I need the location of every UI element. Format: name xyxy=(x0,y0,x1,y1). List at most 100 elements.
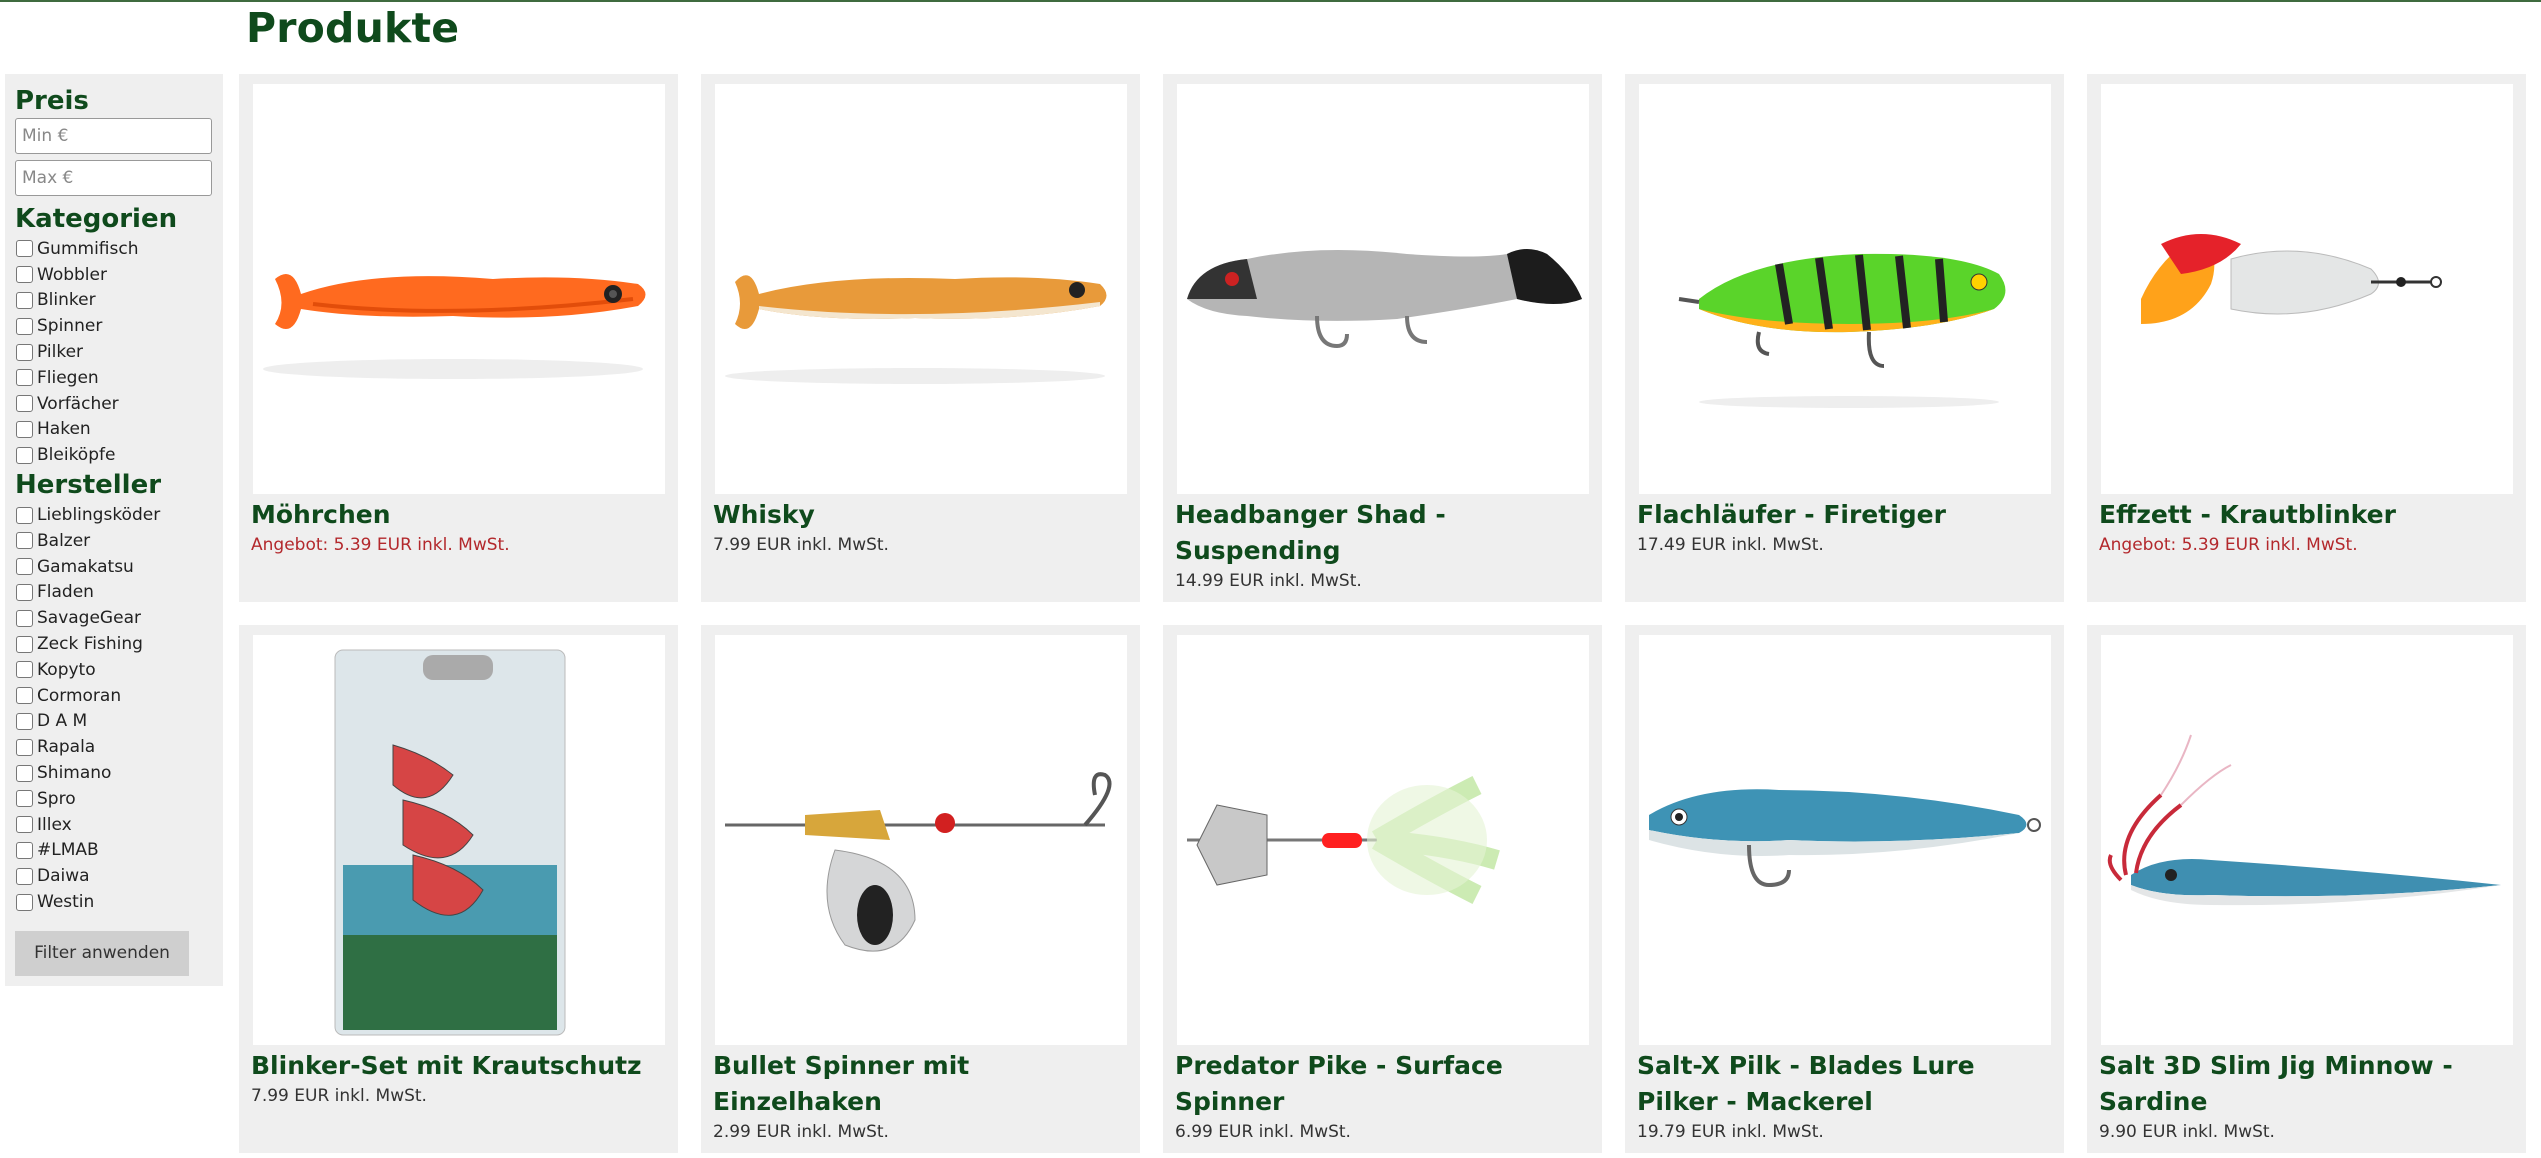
product-title[interactable]: Effzett - Krautblinker xyxy=(2099,497,2516,533)
apply-filter-button[interactable]: Filter anwenden xyxy=(15,930,189,976)
manufacturer-item: Zeck Fishing xyxy=(15,631,213,657)
manufacturer-checkbox[interactable] xyxy=(16,635,33,653)
manufacturer-label: Rapala xyxy=(37,737,96,758)
manufacturer-checkbox[interactable] xyxy=(16,738,33,756)
category-checkbox[interactable] xyxy=(16,369,33,387)
product-image[interactable] xyxy=(253,84,665,494)
category-item: Haken xyxy=(15,417,213,443)
product-image[interactable] xyxy=(1177,635,1589,1045)
manufacturer-item: #LMAB xyxy=(15,838,213,864)
manufacturer-item: Shimano xyxy=(15,760,213,786)
manufacturer-item: Lieblingsköder xyxy=(15,502,213,528)
manufacturer-checkbox[interactable] xyxy=(16,687,33,705)
product-image[interactable] xyxy=(253,635,665,1045)
product-image[interactable] xyxy=(1177,84,1589,494)
max-price-input[interactable] xyxy=(15,160,212,196)
product-card[interactable]: Salt-X Pilk - Blades Lure Pilker - Macke… xyxy=(1625,625,2064,1153)
manufacturer-item: SavageGear xyxy=(15,605,213,631)
product-title[interactable]: Salt-X Pilk - Blades Lure Pilker - Macke… xyxy=(1637,1048,2054,1120)
product-title[interactable]: Flachläufer - Firetiger xyxy=(1637,497,2054,533)
product-title[interactable]: Whisky xyxy=(713,497,1130,533)
manufacturer-checkbox[interactable] xyxy=(16,841,33,859)
product-card[interactable]: Whisky 7.99 EUR inkl. MwSt. xyxy=(701,74,1140,602)
product-card[interactable]: Headbanger Shad - Suspending 14.99 EUR i… xyxy=(1163,74,1602,602)
manufacturer-item: D A M xyxy=(15,709,213,735)
manufacturer-checkbox[interactable] xyxy=(16,893,33,911)
category-label: Gummifisch xyxy=(37,238,139,259)
product-image[interactable] xyxy=(715,635,1127,1045)
page-title: Produkte xyxy=(246,4,460,52)
product-title[interactable]: Headbanger Shad - Suspending xyxy=(1175,497,1592,569)
manufacturer-checkbox[interactable] xyxy=(16,609,33,627)
category-label: Bleiköpfe xyxy=(37,445,116,466)
product-card[interactable]: Effzett - Krautblinker Angebot: 5.39 EUR… xyxy=(2087,74,2526,602)
manufacturer-checkbox[interactable] xyxy=(16,764,33,782)
product-price: 9.90 EUR inkl. MwSt. xyxy=(2099,1122,2275,1142)
manufacturer-label: SavageGear xyxy=(37,608,141,629)
manufacturer-item: Kopyto xyxy=(15,657,213,683)
category-item: Fliegen xyxy=(15,365,213,391)
manufacturer-item: Cormoran xyxy=(15,683,213,709)
product-title[interactable]: Bullet Spinner mit Einzelhaken xyxy=(713,1048,1130,1120)
categories-heading: Kategorien xyxy=(15,204,178,234)
blinker-set-package-icon xyxy=(334,649,566,1036)
product-price: 7.99 EUR inkl. MwSt. xyxy=(251,1086,427,1106)
slim-jig-minnow-icon xyxy=(2107,734,2501,906)
bullet-spinner-icon xyxy=(725,772,1112,952)
manufacturer-item: Daiwa xyxy=(15,863,213,889)
category-checkbox[interactable] xyxy=(16,240,33,258)
product-image[interactable] xyxy=(1639,635,2051,1045)
category-item: Bleiköpfe xyxy=(15,442,213,468)
product-card[interactable]: Blinker-Set mit Krautschutz 7.99 EUR ink… xyxy=(239,625,678,1153)
manufacturer-label: Gamakatsu xyxy=(37,556,134,577)
product-price: Angebot: 5.39 EUR inkl. MwSt. xyxy=(251,535,510,555)
category-checkbox[interactable] xyxy=(16,420,33,438)
manufacturer-label: Fladen xyxy=(37,582,94,603)
category-item: Pilker xyxy=(15,339,213,365)
min-price-input[interactable] xyxy=(15,118,212,154)
category-checkbox[interactable] xyxy=(16,266,33,284)
manufacturer-checkbox[interactable] xyxy=(16,790,33,808)
product-title[interactable]: Blinker-Set mit Krautschutz xyxy=(251,1048,668,1084)
category-checkbox[interactable] xyxy=(16,343,33,361)
orange-shad-lure-icon xyxy=(263,274,646,379)
manufacturer-checkbox[interactable] xyxy=(16,558,33,576)
manufacturer-label: Daiwa xyxy=(37,866,90,887)
product-price: 17.49 EUR inkl. MwSt. xyxy=(1637,535,1824,555)
manufacturer-checkbox[interactable] xyxy=(16,506,33,524)
product-image[interactable] xyxy=(1639,84,2051,494)
category-list: Gummifisch Wobbler Blinker Spinner Pilke… xyxy=(15,236,213,468)
product-card[interactable]: Salt 3D Slim Jig Minnow - Sardine 9.90 E… xyxy=(2087,625,2526,1153)
manufacturer-checkbox[interactable] xyxy=(16,583,33,601)
manufacturer-item: Westin xyxy=(15,889,213,915)
category-checkbox[interactable] xyxy=(16,446,33,464)
manufacturer-checkbox[interactable] xyxy=(16,661,33,679)
product-card[interactable]: Bullet Spinner mit Einzelhaken 2.99 EUR … xyxy=(701,625,1140,1153)
manufacturer-checkbox[interactable] xyxy=(16,816,33,834)
product-card[interactable]: Flachläufer - Firetiger 17.49 EUR inkl. … xyxy=(1625,74,2064,602)
product-image[interactable] xyxy=(715,84,1127,494)
product-title[interactable]: Predator Pike - Surface Spinner xyxy=(1175,1048,1592,1120)
product-image[interactable] xyxy=(2101,84,2513,494)
product-card[interactable]: Predator Pike - Surface Spinner 6.99 EUR… xyxy=(1163,625,1602,1153)
manufacturer-label: #LMAB xyxy=(37,840,99,861)
product-title[interactable]: Salt 3D Slim Jig Minnow - Sardine xyxy=(2099,1048,2516,1120)
category-item: Vorfächer xyxy=(15,391,213,417)
product-price: Angebot: 5.39 EUR inkl. MwSt. xyxy=(2099,535,2358,555)
surface-spinner-icon xyxy=(1187,776,1500,904)
category-item: Spinner xyxy=(15,313,213,339)
product-card[interactable]: Möhrchen Angebot: 5.39 EUR inkl. MwSt. xyxy=(239,74,678,602)
category-checkbox[interactable] xyxy=(16,317,33,335)
manufacturer-label: Kopyto xyxy=(37,659,96,680)
manufacturer-label: Shimano xyxy=(37,763,112,784)
manufacturer-checkbox[interactable] xyxy=(16,532,33,550)
category-label: Vorfächer xyxy=(37,393,119,414)
category-checkbox[interactable] xyxy=(16,291,33,309)
category-item: Gummifisch xyxy=(15,236,213,262)
category-checkbox[interactable] xyxy=(16,395,33,413)
category-item: Wobbler xyxy=(15,262,213,288)
manufacturer-checkbox[interactable] xyxy=(16,867,33,885)
product-title[interactable]: Möhrchen xyxy=(251,497,668,533)
manufacturer-checkbox[interactable] xyxy=(16,712,33,730)
product-image[interactable] xyxy=(2101,635,2513,1045)
